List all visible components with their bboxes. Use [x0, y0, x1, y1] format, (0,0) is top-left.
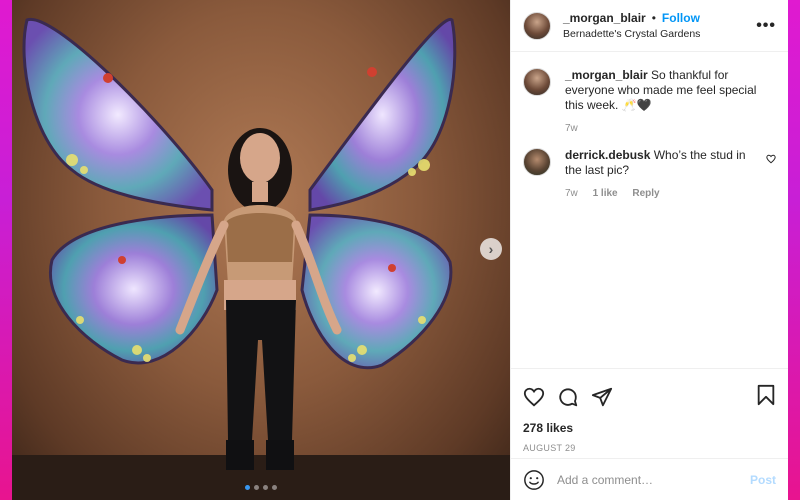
carousel-dot [254, 485, 259, 490]
comment-time[interactable]: 7w [565, 123, 578, 134]
comment-time[interactable]: 7w [565, 188, 578, 199]
post-comment-button[interactable]: Post [750, 473, 776, 487]
post-modal: › _morgan_blair • Follow Bernadette's Cr… [12, 0, 788, 500]
add-comment-bar: Post [511, 458, 788, 500]
post-location[interactable]: Bernadette's Crystal Gardens [563, 28, 756, 40]
post-actions: 278 likes AUGUST 29 [511, 368, 788, 458]
likes-count[interactable]: 278 likes [523, 421, 776, 435]
commenter-avatar[interactable] [523, 68, 551, 96]
comment-icon[interactable] [557, 386, 591, 408]
comment-input[interactable] [557, 472, 750, 487]
carousel-next-button[interactable]: › [480, 238, 502, 260]
follow-button[interactable]: Follow [662, 11, 700, 25]
comment-username[interactable]: derrick.debusk [565, 148, 650, 162]
carousel-dot [263, 485, 268, 490]
comment-like-heart-icon[interactable] [766, 154, 776, 199]
chevron-right-icon: › [488, 241, 494, 257]
comment-item: derrick.debusk Who’s the stud in the las… [523, 148, 776, 199]
post-photo[interactable]: › [12, 0, 510, 500]
author-avatar[interactable] [523, 11, 551, 40]
post-side-panel: _morgan_blair • Follow Bernadette's Crys… [510, 0, 788, 500]
post-date[interactable]: AUGUST 29 [523, 443, 776, 453]
heart-icon[interactable] [523, 386, 557, 408]
comments-list: _morgan_blair So thankful for everyone w… [511, 52, 788, 368]
post-header: _morgan_blair • Follow Bernadette's Crys… [511, 0, 788, 52]
more-options-icon[interactable]: ••• [756, 17, 776, 35]
butterfly-mural-image [12, 17, 510, 500]
emoji-icon[interactable] [523, 469, 547, 491]
comment-username[interactable]: _morgan_blair [565, 68, 648, 82]
carousel-indicator [12, 485, 510, 490]
carousel-dot [272, 485, 277, 490]
carousel-dot [245, 485, 250, 490]
reply-button[interactable]: Reply [632, 188, 659, 199]
separator-dot: • [651, 11, 656, 25]
author-username[interactable]: _morgan_blair [563, 11, 646, 25]
comment-likes[interactable]: 1 like [593, 188, 618, 199]
share-icon[interactable] [591, 386, 625, 408]
bookmark-icon[interactable] [756, 384, 776, 411]
commenter-avatar[interactable] [523, 148, 551, 176]
comment-item: _morgan_blair So thankful for everyone w… [523, 68, 776, 134]
